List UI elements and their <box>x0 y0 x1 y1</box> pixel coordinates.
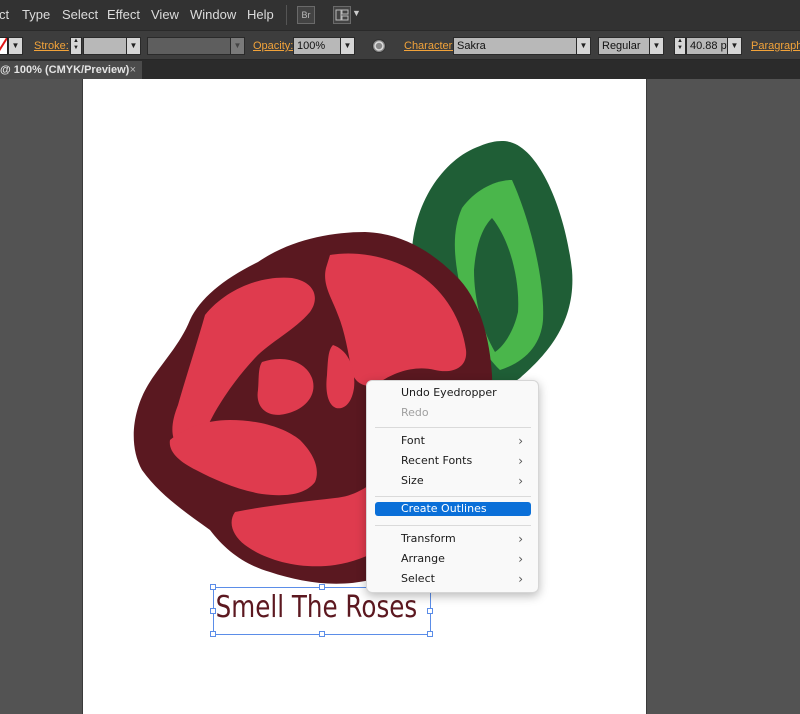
chevron-right-icon: › <box>518 454 523 468</box>
selection-handle[interactable] <box>319 584 325 590</box>
selection-handle[interactable] <box>210 608 216 614</box>
menu-item-label: Arrange <box>401 552 445 565</box>
selected-text-frame[interactable]: Smell The Roses <box>213 587 431 635</box>
menu-separator <box>375 427 531 428</box>
chevron-right-icon: › <box>518 552 523 566</box>
menu-item-label: Size <box>401 474 424 487</box>
menu-item-redo: Redo <box>375 404 531 422</box>
chevron-right-icon: › <box>518 474 523 488</box>
menu-item-label: Select <box>401 572 435 585</box>
menu-item-size[interactable]: Size › <box>375 472 531 490</box>
menu-item-label: Transform <box>401 532 456 545</box>
selection-handle[interactable] <box>210 584 216 590</box>
menu-item-label: Create Outlines <box>401 502 487 515</box>
menu-item-label: Recent Fonts <box>401 454 473 467</box>
selection-handle[interactable] <box>210 631 216 637</box>
menu-item-label: Undo Eyedropper <box>401 386 497 399</box>
menu-item-select[interactable]: Select › <box>375 570 531 588</box>
menu-item-arrange[interactable]: Arrange › <box>375 550 531 568</box>
menu-item-undo-eyedropper[interactable]: Undo Eyedropper <box>375 384 531 402</box>
chevron-right-icon: › <box>518 434 523 448</box>
menu-item-label: Redo <box>401 406 429 419</box>
chevron-right-icon: › <box>518 572 523 586</box>
menu-item-label: Font <box>401 434 425 447</box>
menu-item-font[interactable]: Font › <box>375 432 531 450</box>
menu-separator <box>375 525 531 526</box>
selection-handle[interactable] <box>427 631 433 637</box>
selection-handle[interactable] <box>427 608 433 614</box>
menu-separator <box>375 496 531 497</box>
menu-item-create-outlines[interactable]: Create Outlines <box>375 502 531 516</box>
selection-handle[interactable] <box>319 631 325 637</box>
chevron-right-icon: › <box>518 532 523 546</box>
menu-item-transform[interactable]: Transform › <box>375 530 531 548</box>
artwork-text[interactable]: Smell The Roses <box>214 588 418 632</box>
context-menu: Undo Eyedropper Redo Font › Recent Fonts… <box>366 380 539 593</box>
menu-item-recent-fonts[interactable]: Recent Fonts › <box>375 452 531 470</box>
